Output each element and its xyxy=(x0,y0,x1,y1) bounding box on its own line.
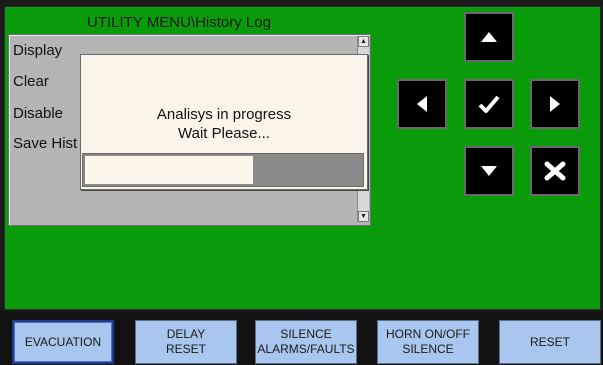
reset-button[interactable]: RESET xyxy=(499,320,601,364)
checkmark-icon xyxy=(478,95,500,113)
analysis-progress-dialog: Analisys in progress Wait Please... xyxy=(80,54,368,190)
nav-left-button[interactable] xyxy=(397,79,447,129)
panel-screen: UTILITY MENU\History Log Display Clear D… xyxy=(0,0,603,365)
evacuation-button-label: EVACUATION xyxy=(24,334,102,349)
progress-bar xyxy=(82,153,364,187)
nav-down-button[interactable] xyxy=(464,146,514,196)
nav-up-button[interactable] xyxy=(464,12,514,62)
delay-reset-button[interactable]: DELAY RESET xyxy=(135,320,237,364)
arrow-up-icon xyxy=(481,32,497,42)
arrow-left-icon xyxy=(417,96,427,112)
reset-button-label: RESET xyxy=(529,334,570,349)
horn-on-off-silence-button[interactable]: HORN ON/OFF SILENCE xyxy=(377,320,479,364)
dialog-line-2: Wait Please... xyxy=(178,125,270,142)
menu-item-save-history[interactable]: Save Hist xyxy=(13,135,77,152)
dialog-line-1: Analisys in progress xyxy=(156,106,292,123)
evacuation-button[interactable]: EVACUATION xyxy=(12,320,114,364)
arrow-down-icon xyxy=(481,166,497,176)
progress-bar-fill xyxy=(85,156,253,184)
cancel-x-icon xyxy=(544,161,566,181)
arrow-right-icon xyxy=(550,96,560,112)
silence-alarms-faults-button[interactable]: SILENCE ALARMS/FAULTS xyxy=(255,320,357,364)
scroll-up-icon[interactable]: ▲ xyxy=(358,36,369,47)
nav-ok-button[interactable] xyxy=(464,79,514,129)
silence-alarms-faults-button-label: SILENCE ALARMS/FAULTS xyxy=(257,327,355,356)
delay-reset-button-label: DELAY RESET xyxy=(165,327,206,356)
dialog-message: Analisys in progress Wait Please... xyxy=(81,105,367,143)
scroll-down-icon[interactable]: ▼ xyxy=(358,211,369,222)
menu-item-clear[interactable]: Clear xyxy=(13,73,49,90)
nav-cancel-button[interactable] xyxy=(530,146,580,196)
menu-item-disable[interactable]: Disable xyxy=(13,105,63,122)
horn-on-off-silence-button-label: HORN ON/OFF SILENCE xyxy=(386,327,470,356)
nav-right-button[interactable] xyxy=(530,79,580,129)
menu-item-display[interactable]: Display xyxy=(13,42,62,59)
page-title: UTILITY MENU\History Log xyxy=(87,14,271,31)
